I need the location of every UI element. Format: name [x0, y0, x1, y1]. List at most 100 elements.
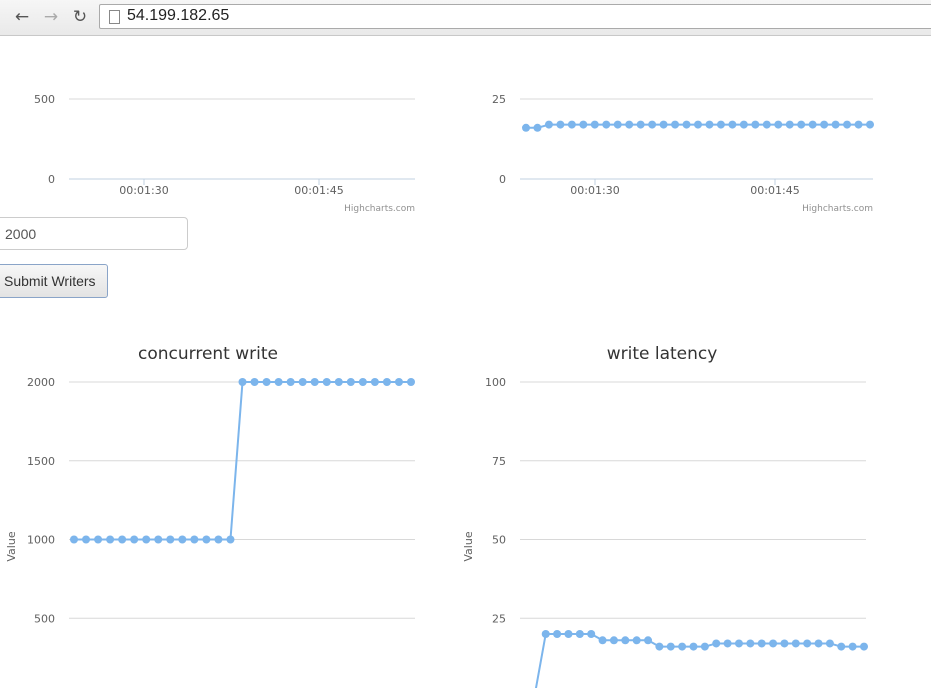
data-point [598, 636, 607, 645]
reload-icon: ↻ [72, 7, 88, 27]
data-point [286, 378, 295, 386]
back-arrow-icon: ← [14, 7, 30, 27]
x-tick-label: 00:01:30 [570, 184, 619, 197]
y-tick-label: 2000 [27, 376, 55, 389]
y-tick-label: 500 [34, 612, 55, 625]
page-content: 0 500 00:01:30 00:01:45 Highcharts.com 0 25 00… [0, 36, 931, 688]
data-point [346, 378, 355, 386]
back-button[interactable]: ← [11, 6, 33, 28]
address-bar[interactable]: 54.199.182.65 [99, 4, 931, 29]
y-tick-label: 50 [492, 534, 506, 547]
y-tick-label: 1000 [27, 534, 55, 547]
data-point [142, 535, 151, 544]
data-point [791, 639, 800, 648]
data-point [541, 630, 550, 638]
chart-top-left-svg: 0 500 00:01:30 00:01:45Highcharts.com [34, 93, 415, 214]
data-point [648, 120, 657, 129]
data-point [621, 636, 630, 645]
data-point [644, 636, 653, 645]
data-point [166, 535, 175, 544]
data-point [82, 535, 91, 544]
y-tick-label: 100 [485, 376, 506, 389]
data-point [590, 120, 599, 129]
chart-top-right-svg: 0 25 00:01:30 00:01:45Highcharts.com [492, 93, 874, 214]
data-point [564, 630, 573, 638]
data-point [310, 378, 319, 386]
data-point [587, 630, 596, 638]
y-tick-label: 1500 [27, 455, 55, 468]
data-point [814, 639, 823, 648]
data-point [178, 535, 187, 544]
x-tick-label: 00:01:30 [119, 184, 168, 197]
chart-title: write latency [607, 344, 718, 364]
reload-button[interactable]: ↻ [69, 6, 91, 28]
data-point [575, 630, 584, 638]
data-point [808, 120, 817, 129]
data-point [70, 535, 78, 544]
data-point [797, 120, 806, 129]
y-tick-label: 500 [34, 93, 55, 106]
data-point [625, 120, 634, 129]
y-tick-label: 75 [492, 455, 506, 468]
chart-top-right: 0 25 00:01:30 00:01:45 Highcharts.com [460, 36, 890, 216]
forward-button[interactable]: → [40, 6, 62, 28]
data-point [723, 639, 732, 648]
data-point [762, 120, 771, 129]
writers-input[interactable] [0, 217, 188, 250]
data-point [785, 120, 794, 129]
data-point [298, 378, 307, 386]
data-point [262, 378, 271, 386]
data-point [666, 642, 675, 651]
data-point [407, 378, 415, 386]
data-point [751, 120, 760, 129]
series-line [534, 633, 864, 688]
data-point [659, 120, 668, 129]
chart-top-left: 0 500 00:01:30 00:01:45 Highcharts.com [0, 36, 430, 216]
data-point [769, 639, 778, 648]
data-point [358, 378, 367, 386]
credits-label: Highcharts.com [802, 204, 873, 214]
data-point [712, 639, 721, 648]
data-point [553, 630, 562, 638]
data-point [544, 120, 553, 129]
credits-label: Highcharts.com [344, 204, 415, 214]
data-point [705, 120, 714, 129]
data-point [226, 535, 235, 544]
y-tick-label: 0 [499, 173, 506, 186]
x-tick-label: 00:01:45 [750, 184, 799, 197]
data-point [734, 639, 743, 648]
data-point [825, 639, 834, 648]
x-tick-label: 00:01:45 [294, 184, 343, 197]
write-latency-svg: 025507510000:01:3000:01:45write latencyV… [462, 344, 868, 688]
data-point [382, 378, 391, 386]
data-point [837, 642, 846, 651]
data-point [106, 535, 115, 544]
forward-arrow-icon: → [43, 7, 59, 27]
concurrent-write-chart: 050010001500200000:01:3000:01:45concurre… [0, 302, 430, 688]
data-point [860, 642, 868, 651]
data-point [655, 642, 664, 651]
submit-writers-button[interactable]: Submit Writers [0, 264, 108, 298]
data-point [694, 120, 702, 129]
data-point [831, 120, 840, 129]
write-latency-chart: 025507510000:01:3000:01:45write latencyV… [460, 302, 890, 688]
data-point [533, 123, 542, 132]
data-point [154, 535, 163, 544]
data-point [238, 378, 247, 386]
data-point [613, 120, 622, 129]
data-point [118, 535, 127, 544]
data-point [843, 120, 852, 129]
data-point [820, 120, 829, 129]
data-point [848, 642, 857, 651]
y-tick-label: 0 [48, 173, 55, 186]
data-point [866, 120, 874, 129]
data-point [556, 120, 565, 129]
data-point [579, 120, 588, 129]
browser-toolbar: ← → ↻ 54.199.182.65 [0, 0, 931, 36]
y-axis-label: Value [462, 531, 475, 561]
data-point [632, 636, 641, 645]
data-point [746, 639, 755, 648]
data-point [250, 378, 259, 386]
page-icon [109, 10, 120, 24]
data-point [854, 120, 863, 129]
